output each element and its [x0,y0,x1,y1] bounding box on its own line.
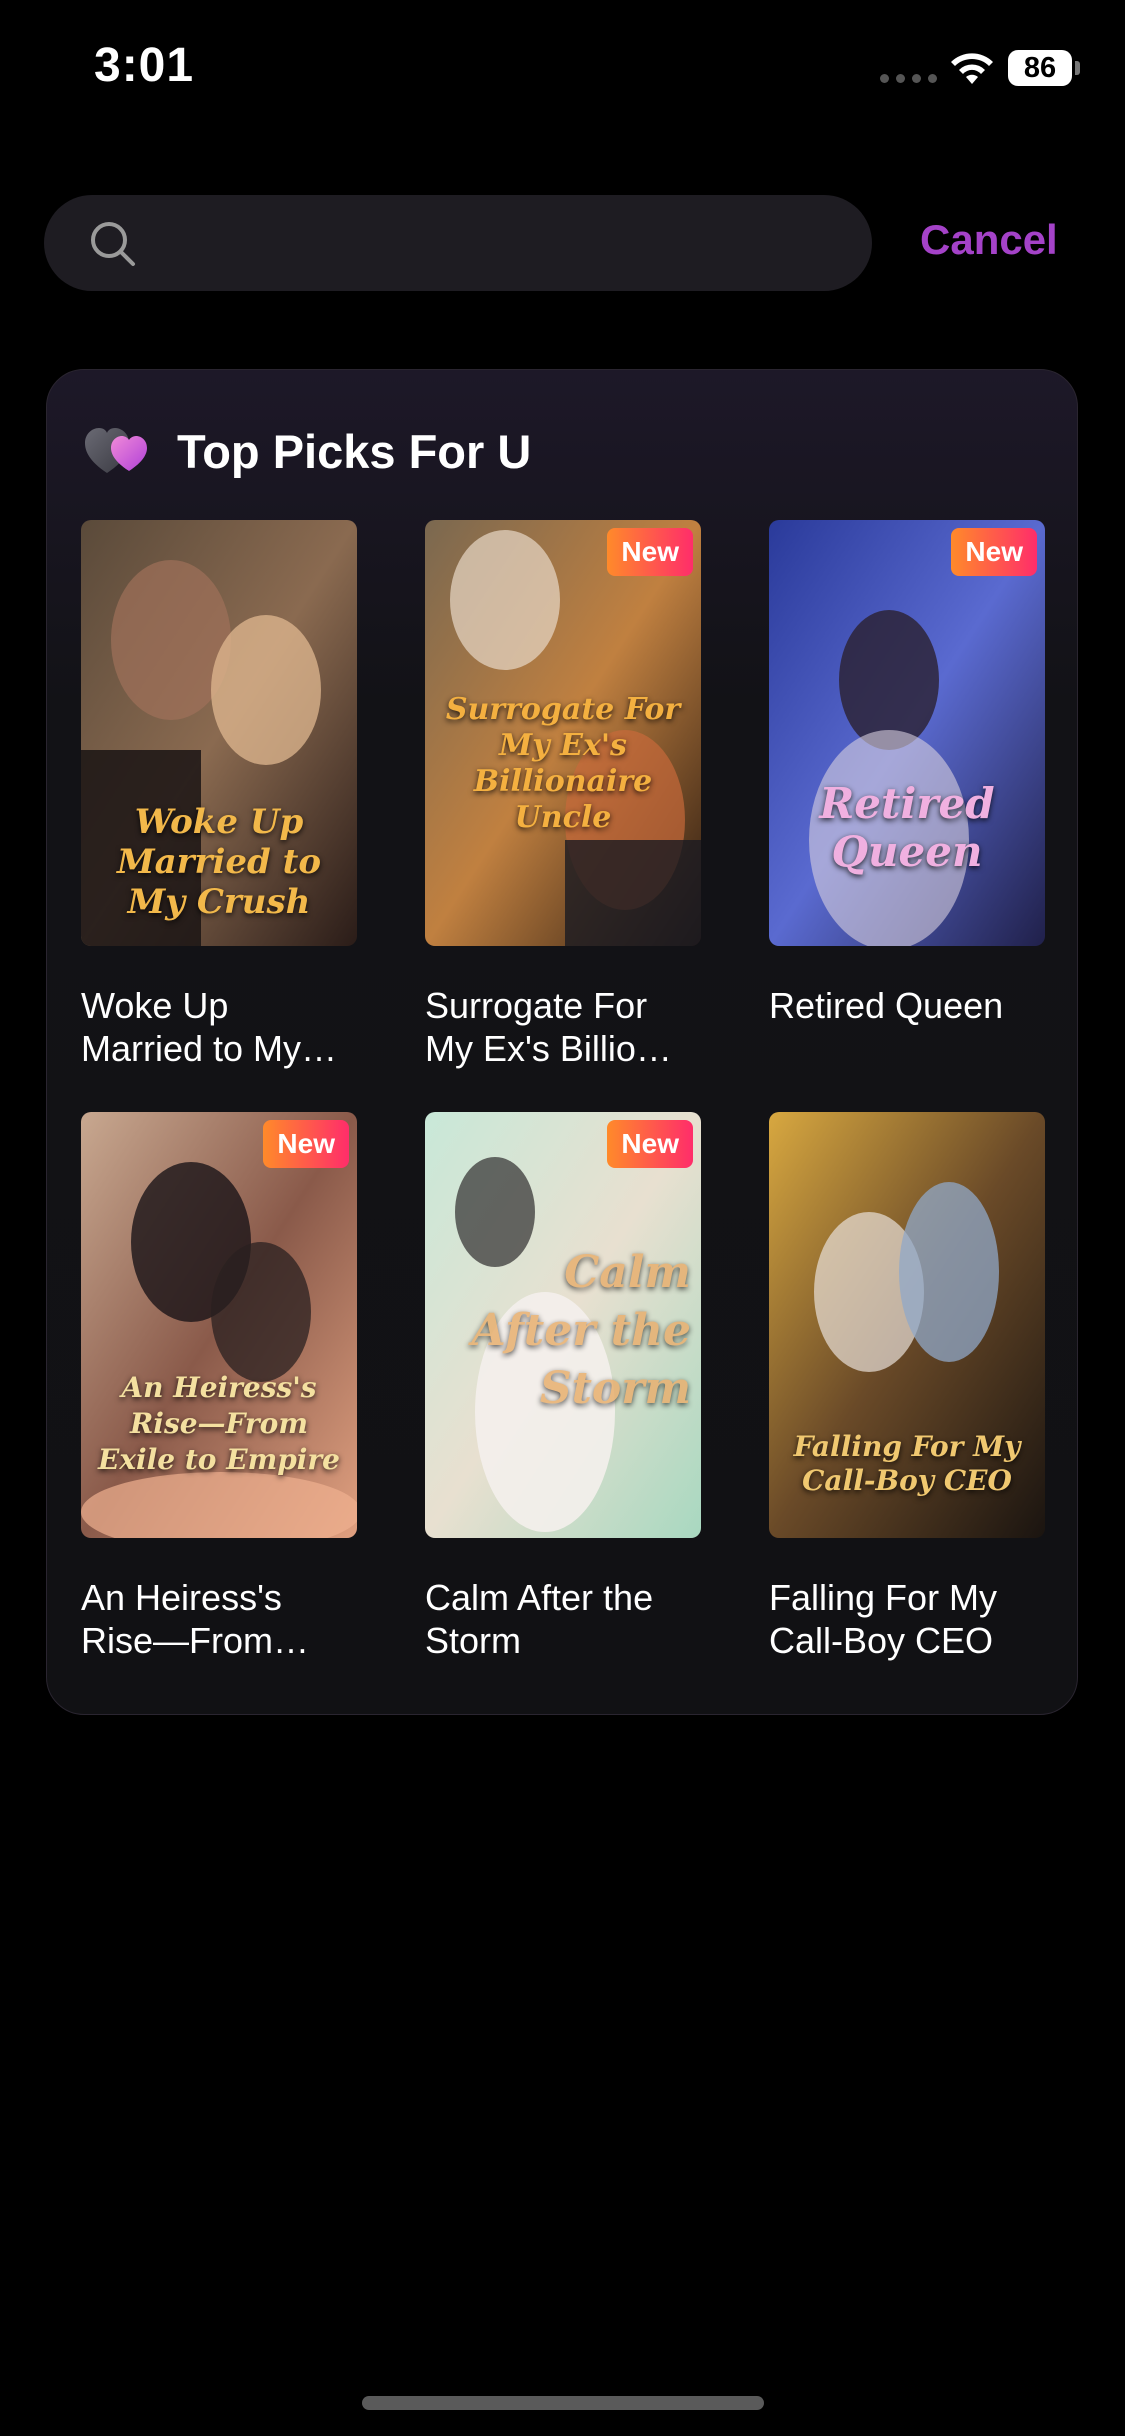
cover-image [769,520,1045,946]
drama-item[interactable]: New Surrogate For My Ex's Billionaire Un… [425,520,701,1070]
cover-title-art: An Heiress's Rise—From Exile to Empire [98,1371,340,1476]
home-indicator[interactable] [362,2396,764,2410]
new-badge: New [607,528,693,576]
drama-title[interactable]: Falling For My Call-Boy CEO [769,1576,1045,1662]
drama-cover[interactable]: New Retired Queen [769,520,1045,946]
drama-item[interactable]: New Calm After the Storm Calm After the … [425,1112,701,1662]
status-bar: 3:01 86 [0,0,1125,140]
drama-title[interactable]: Retired Queen [769,984,1045,1027]
drama-cover[interactable]: Falling For My Call-Boy CEO [769,1112,1045,1538]
drama-cover[interactable]: New An Heiress's Rise—From Exile to Empi… [81,1112,357,1538]
new-badge: New [951,528,1037,576]
top-picks-card: Top Picks For U Woke Up Married to My Cr… [46,369,1078,1715]
drama-cover[interactable]: Woke Up Married to My Crush [81,520,357,946]
status-time: 3:01 [94,39,195,92]
drama-cover[interactable]: New Surrogate For My Ex's Billionaire Un… [425,520,701,946]
battery-indicator: 86 [1008,50,1072,86]
cover-title-art: Calm After the Storm [471,1247,691,1414]
drama-item[interactable]: Woke Up Married to My Crush Woke Up Marr… [81,520,357,1070]
drama-cover[interactable]: New Calm After the Storm [425,1112,701,1538]
drama-title[interactable]: An Heiress's Rise—From Ex… [81,1576,357,1662]
cover-title-art: Falling For My Call-Boy CEO [793,1430,1021,1497]
search-bar[interactable] [44,195,872,291]
drama-title[interactable]: Calm After the Storm [425,1576,701,1662]
hearts-icon [85,428,147,473]
drama-item[interactable]: New An Heiress's Rise—From Exile to Empi… [81,1112,357,1662]
top-picks-header: Top Picks For U [83,416,531,486]
drama-item[interactable]: Falling For My Call-Boy CEO Falling For … [769,1112,1045,1662]
search-icon [91,222,135,266]
cancel-button[interactable]: Cancel [920,216,1058,264]
cover-title-art: Retired Queen [819,779,995,876]
new-badge: New [263,1120,349,1168]
drama-item[interactable]: New Retired Queen Retired Queen [769,520,1045,1027]
search-input[interactable] [154,211,848,277]
top-picks-title: Top Picks For U [177,424,532,478]
drama-title[interactable]: Woke Up Married to My… [81,984,357,1070]
battery-tip [1075,61,1080,75]
cover-title-art: Woke Up Married to My Crush [116,802,322,922]
new-badge: New [607,1120,693,1168]
cover-title-art: Surrogate For My Ex's Billionaire Uncle [445,692,681,835]
wifi-icon [951,53,993,84]
drama-title[interactable]: Surrogate For My Ex's Billio… [425,984,701,1070]
cellular-signal-icon [880,74,937,83]
